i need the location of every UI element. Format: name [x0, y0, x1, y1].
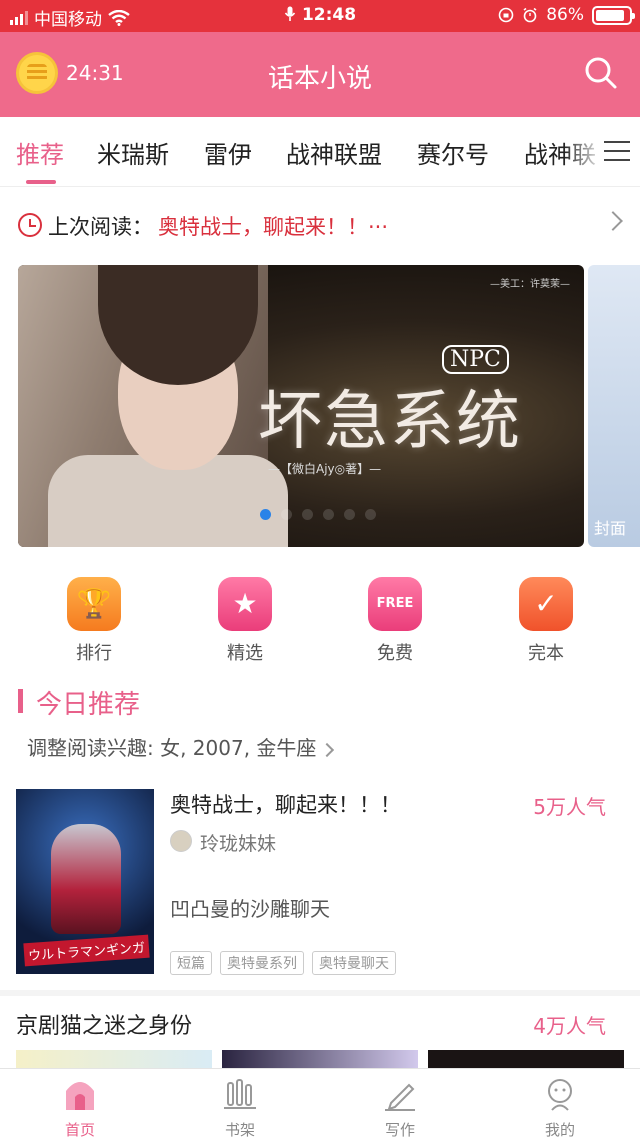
tab-seer[interactable]: 赛尔号 — [417, 135, 489, 170]
banner-carousel[interactable]: —美工：许莫茉— NPC 坏急系统 —【微白Ajy◎著】— — [18, 265, 584, 547]
last-read-row[interactable]: 上次阅读： 奥特战士，聊起来！！··· — [0, 200, 640, 250]
avatar — [170, 830, 192, 852]
chevron-right-icon — [320, 742, 335, 758]
pick-label: 精选 — [227, 643, 263, 664]
carousel-dot[interactable] — [281, 509, 292, 520]
home-icon — [66, 1082, 94, 1110]
cover-thumbnail[interactable] — [428, 1050, 624, 1070]
book-title[interactable]: 奥特战士，聊起来！！！ — [170, 789, 401, 819]
tab-leiyi[interactable]: 雷伊 — [204, 135, 252, 170]
search-icon[interactable] — [584, 56, 618, 90]
app-header: 24:31 话本小说 — [0, 32, 640, 117]
status-right: 86% — [498, 5, 635, 25]
tag-chip[interactable]: 奥特曼聊天 — [312, 951, 396, 975]
cover-logo: ウルトラマンギンガ — [23, 934, 150, 967]
tag-chip[interactable]: 短篇 — [170, 951, 212, 975]
last-read-label: 上次阅读： — [48, 215, 153, 239]
carousel-dots[interactable] — [260, 509, 376, 520]
trophy-icon: 🏆 — [67, 577, 121, 631]
featured-book-card[interactable]: ウルトラマンギンガ 奥特战士，聊起来！！！ 5万人气 玲珑妹妹 凹凸曼的沙雕聊天… — [16, 789, 624, 975]
nav-profile[interactable]: 我的 — [520, 1077, 600, 1138]
chevron-right-icon[interactable] — [603, 211, 623, 231]
rank-label: 排行 — [76, 643, 112, 664]
quick-entries: 🏆 排行 ★ 精选 FREE 免费 ✓ 完本 — [0, 577, 640, 667]
divider — [0, 990, 640, 996]
menu-icon[interactable] — [604, 141, 630, 163]
free-tag-icon: FREE — [368, 577, 422, 631]
pen-icon — [385, 1083, 415, 1111]
lock-rotation-icon — [498, 7, 514, 23]
banner-next-slide[interactable]: 封面 — [588, 265, 640, 547]
star-icon: ★ — [218, 577, 272, 631]
clock-time: 12:48 — [301, 5, 357, 25]
carousel-dot[interactable] — [365, 509, 376, 520]
last-read-book[interactable]: 奥特战士，聊起来！！··· — [158, 211, 388, 241]
carousel-dot[interactable] — [260, 509, 271, 520]
book-author[interactable]: 玲珑妹妹 — [200, 829, 276, 856]
adjust-interest-text: 调整阅读兴趣: 女, 2007, 金牛座 — [27, 736, 317, 760]
status-bar: 中国移动 12:48 86% — [0, 0, 640, 32]
rank-entry[interactable]: 🏆 排行 — [44, 577, 144, 665]
second-book-title[interactable]: 京剧猫之迷之身份 — [16, 1008, 192, 1040]
banner-portrait — [18, 265, 288, 547]
battery-percent: 86% — [546, 5, 584, 25]
carousel-dot[interactable] — [344, 509, 355, 520]
tab-recommend[interactable]: 推荐 — [16, 135, 64, 170]
pick-entry[interactable]: ★ 精选 — [195, 577, 295, 665]
bottom-navigation: 首页 书架 写作 我的 — [0, 1068, 640, 1138]
book-tags: 短篇 奥特曼系列 奥特曼聊天 — [170, 951, 396, 975]
book-description: 凹凸曼的沙雕聊天 — [170, 897, 330, 921]
banner-book-title: 坏急系统 — [258, 385, 522, 459]
carousel-dot[interactable] — [302, 509, 313, 520]
profile-icon — [548, 1079, 572, 1111]
nav-bookshelf[interactable]: 书架 — [200, 1077, 280, 1138]
tab-zhanshen-alliance[interactable]: 战神联盟 — [286, 135, 382, 170]
free-label: 免费 — [377, 643, 413, 664]
tag-chip[interactable]: 奥特曼系列 — [220, 951, 304, 975]
banner-next-tag: 封面 — [594, 519, 627, 538]
banner-credit: —美工：许莫茉— — [490, 279, 570, 290]
clock-icon — [18, 213, 42, 237]
completed-label: 完本 — [528, 643, 564, 664]
second-book-popularity: 4万人气 — [533, 1014, 606, 1038]
free-entry[interactable]: FREE 免费 — [345, 577, 445, 665]
check-icon: ✓ — [519, 577, 573, 631]
adjust-interest-link[interactable]: 调整阅读兴趣: 女, 2007, 金牛座 — [27, 732, 335, 761]
category-tabs: 推荐 米瑞斯 雷伊 战神联盟 赛尔号 战神联 — [0, 117, 640, 187]
nav-write[interactable]: 写作 — [360, 1077, 440, 1138]
book-cover[interactable]: ウルトラマンギンガ — [16, 789, 154, 974]
alarm-icon — [523, 7, 537, 23]
book-popularity: 5万人气 — [533, 795, 606, 819]
microphone-icon — [284, 6, 296, 21]
cover-thumbnail[interactable] — [16, 1050, 212, 1070]
nav-home[interactable]: 首页 — [40, 1077, 120, 1138]
cover-thumbnail[interactable] — [222, 1050, 418, 1070]
tab-mirui[interactable]: 米瑞斯 — [97, 135, 169, 170]
bookshelf-icon — [224, 1079, 256, 1109]
app-title: 话本小说 — [267, 64, 372, 94]
completed-entry[interactable]: ✓ 完本 — [496, 577, 596, 665]
carousel-dot[interactable] — [323, 509, 334, 520]
battery-icon — [592, 5, 635, 25]
banner-author: —【微白Ajy◎著】— — [268, 462, 382, 476]
active-tab-indicator — [26, 180, 56, 184]
